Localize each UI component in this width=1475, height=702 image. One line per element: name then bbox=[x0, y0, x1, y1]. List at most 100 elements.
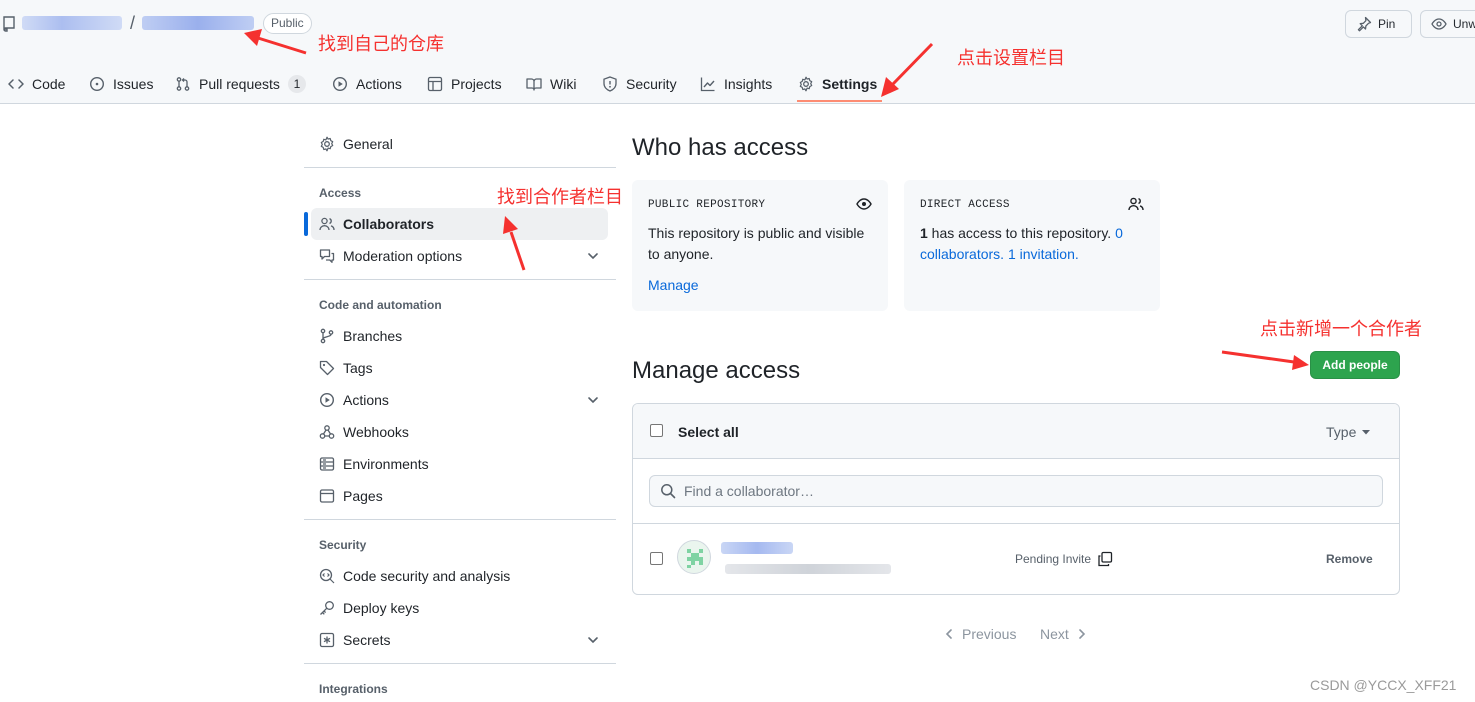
sidebar-item-label: Secrets bbox=[343, 632, 391, 648]
sidebar-divider bbox=[304, 663, 616, 664]
chevron-down-icon bbox=[586, 393, 600, 407]
search-icon bbox=[660, 483, 676, 499]
sidebar-divider bbox=[304, 167, 616, 168]
sidebar-item-code-security[interactable]: Code security and analysis bbox=[311, 560, 608, 592]
search-placeholder: Find a collaborator… bbox=[684, 483, 814, 499]
tab-label: Settings bbox=[822, 76, 878, 92]
sidebar-item-tags[interactable]: Tags bbox=[311, 352, 608, 384]
arrow-to-add-people bbox=[1221, 350, 1295, 364]
comment-discussion-icon bbox=[319, 248, 335, 264]
sidebar-item-label: Pages bbox=[343, 488, 383, 504]
invitation-link[interactable]: 1 invitation. bbox=[1008, 246, 1079, 262]
tab-security[interactable]: Security bbox=[602, 64, 677, 104]
table-header: Select all Type bbox=[633, 404, 1399, 459]
chevron-left-icon bbox=[944, 628, 954, 640]
visibility-badge: Public bbox=[263, 13, 312, 34]
sidebar-item-label: Actions bbox=[343, 392, 389, 408]
shield-icon bbox=[602, 76, 618, 92]
sidebar-item-general[interactable]: General bbox=[311, 128, 608, 160]
sidebar-heading-integrations: Integrations bbox=[319, 682, 388, 696]
next-page-button[interactable]: Next bbox=[1040, 626, 1087, 642]
sidebar-item-environments[interactable]: Environments bbox=[311, 448, 608, 480]
copy-icon[interactable] bbox=[1097, 551, 1113, 567]
sidebar-item-collaborators[interactable]: Collaborators bbox=[311, 208, 608, 240]
direct-access-text: has access to this repository. bbox=[927, 225, 1116, 241]
sidebar-item-webhooks[interactable]: Webhooks bbox=[311, 416, 608, 448]
sidebar-item-pages[interactable]: Pages bbox=[311, 480, 608, 512]
sidebar-item-label: Webhooks bbox=[343, 424, 409, 440]
play-icon bbox=[319, 392, 335, 408]
tab-actions[interactable]: Actions bbox=[332, 64, 402, 104]
previous-page-button[interactable]: Previous bbox=[944, 626, 1016, 642]
active-tab-indicator bbox=[797, 100, 882, 102]
browser-icon bbox=[319, 488, 335, 504]
tab-code[interactable]: Code bbox=[8, 64, 65, 104]
tab-label: Projects bbox=[451, 76, 502, 92]
tab-label: Pull requests bbox=[199, 76, 280, 92]
unwatch-button[interactable]: Unw bbox=[1420, 10, 1475, 38]
play-icon bbox=[332, 76, 348, 92]
type-filter-dropdown[interactable]: Type bbox=[1326, 424, 1371, 440]
sidebar-item-branches[interactable]: Branches bbox=[311, 320, 608, 352]
eye-icon bbox=[856, 196, 872, 212]
sidebar-item-moderation[interactable]: Moderation options bbox=[311, 240, 608, 272]
repo-name-link-redacted[interactable] bbox=[142, 16, 254, 30]
tab-label: Security bbox=[626, 76, 677, 92]
sidebar-item-secrets[interactable]: Secrets bbox=[311, 624, 608, 656]
tab-label: Wiki bbox=[550, 76, 577, 92]
webhook-icon bbox=[319, 424, 335, 440]
tab-label: Actions bbox=[356, 76, 402, 92]
repo-owner-link-redacted[interactable] bbox=[22, 16, 122, 30]
gear-icon bbox=[319, 136, 335, 152]
add-people-button[interactable]: Add people bbox=[1310, 351, 1400, 379]
caret-down-icon bbox=[1362, 429, 1371, 435]
annotation-find-collaborators: 找到合作者栏目 bbox=[497, 187, 623, 208]
collaborator-name-redacted[interactable] bbox=[721, 542, 793, 554]
tab-pull-requests[interactable]: Pull requests 1 bbox=[175, 64, 306, 104]
sidebar-item-label: Branches bbox=[343, 328, 403, 344]
key-icon bbox=[319, 600, 335, 616]
avatar[interactable] bbox=[677, 540, 711, 574]
pin-icon bbox=[1356, 16, 1372, 32]
tab-settings[interactable]: Settings bbox=[798, 64, 877, 104]
gear-icon bbox=[798, 76, 814, 92]
card-title: DIRECT ACCESS bbox=[920, 199, 1010, 211]
card-description: This repository is public and visible to… bbox=[648, 225, 865, 262]
book-icon bbox=[526, 76, 542, 92]
pull-request-icon bbox=[175, 76, 191, 92]
graph-icon bbox=[700, 76, 716, 92]
tab-projects[interactable]: Projects bbox=[427, 64, 502, 104]
type-filter-label: Type bbox=[1326, 424, 1357, 440]
tab-issues[interactable]: Issues bbox=[89, 64, 153, 104]
tab-insights[interactable]: Insights bbox=[700, 64, 772, 104]
sidebar-item-actions[interactable]: Actions bbox=[311, 384, 608, 416]
tab-wiki[interactable]: Wiki bbox=[526, 64, 576, 104]
find-collaborator-input[interactable]: Find a collaborator… bbox=[649, 475, 1383, 507]
next-label: Next bbox=[1040, 626, 1069, 642]
annotation-click-add: 点击新增一个合作者 bbox=[1260, 319, 1422, 340]
sidebar-item-label: Environments bbox=[343, 456, 429, 472]
sidebar-divider bbox=[304, 519, 616, 520]
people-icon bbox=[319, 216, 335, 232]
sidebar-item-label: Collaborators bbox=[343, 216, 435, 232]
pin-label: Pin bbox=[1378, 17, 1396, 31]
repo-header: / Public Pin Unw Code Issues Pull reques… bbox=[0, 0, 1475, 104]
select-all-label: Select all bbox=[678, 424, 739, 440]
row-checkbox[interactable] bbox=[650, 552, 663, 565]
active-item-indicator bbox=[304, 212, 308, 236]
sidebar-item-label: Deploy keys bbox=[343, 600, 420, 616]
sidebar-heading-access: Access bbox=[319, 186, 362, 200]
manage-link[interactable]: Manage bbox=[648, 275, 699, 296]
pin-button[interactable]: Pin bbox=[1345, 10, 1412, 38]
tab-label: Issues bbox=[113, 76, 154, 92]
remove-button[interactable]: Remove bbox=[1326, 552, 1373, 566]
select-all-checkbox[interactable] bbox=[650, 424, 663, 437]
unwatch-label: Unw bbox=[1453, 17, 1475, 31]
sidebar-item-deploy-keys[interactable]: Deploy keys bbox=[311, 592, 608, 624]
card-title: PUBLIC REPOSITORY bbox=[648, 199, 766, 211]
branch-icon bbox=[319, 328, 335, 344]
public-repository-card: PUBLIC REPOSITORY This repository is pub… bbox=[632, 180, 888, 311]
chevron-down-icon bbox=[586, 633, 600, 647]
issue-icon bbox=[89, 76, 105, 92]
repo-path-separator: / bbox=[130, 13, 136, 33]
